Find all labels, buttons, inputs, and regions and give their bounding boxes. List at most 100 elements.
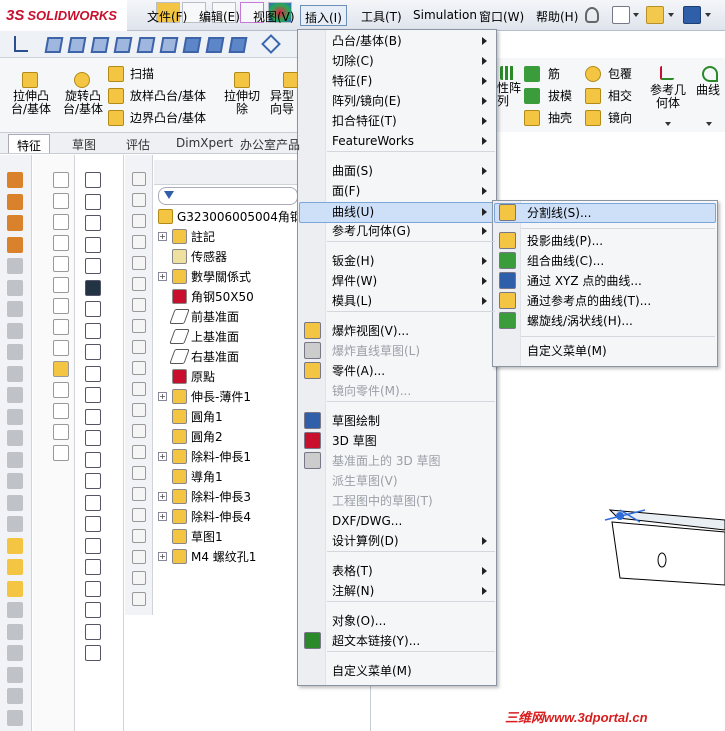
tree-item[interactable]: + 註記	[158, 226, 215, 246]
annotation-tool-icon[interactable]	[85, 537, 101, 554]
mirror-button[interactable]: 镜向	[608, 112, 632, 125]
draft-button[interactable]: 拔模	[548, 90, 572, 103]
menu-6[interactable]: 窗口(W)	[475, 5, 528, 26]
insert-menu-item[interactable]: 特征(F)	[332, 71, 372, 91]
save-icon[interactable]	[683, 6, 701, 24]
sketch-tool-icon[interactable]	[53, 361, 69, 377]
tree-item[interactable]: + 除料-伸長1	[158, 446, 251, 466]
annotation-tool-icon[interactable]	[85, 580, 101, 597]
insert-menu-item[interactable]: 爆炸视图(V)...	[332, 321, 409, 341]
tree-item[interactable]: 前基准面	[158, 306, 239, 326]
annotation-tool-icon[interactable]	[85, 236, 101, 253]
expand-plus-icon[interactable]: +	[158, 491, 167, 501]
reference-tool-icon[interactable]	[132, 256, 146, 270]
reference-tool-icon[interactable]	[132, 382, 146, 396]
curves-submenu-item[interactable]: 自定义菜单(M)	[527, 341, 607, 361]
annotation-tool-icon[interactable]	[85, 301, 101, 317]
reference-tool-icon[interactable]	[132, 424, 146, 438]
annotation-tool-icon[interactable]	[85, 387, 101, 403]
reference-geometry-button[interactable]: 参考几 何体	[648, 84, 688, 110]
insert-menu-item[interactable]: 扣合特征(T)	[332, 111, 397, 131]
left-tool-icon[interactable]	[7, 215, 23, 231]
pin-icon[interactable]	[585, 7, 599, 23]
left-tool-icon[interactable]	[7, 666, 23, 683]
reference-tool-icon[interactable]	[132, 298, 146, 312]
expand-plus-icon[interactable]: +	[158, 271, 167, 281]
reference-tool-icon[interactable]	[132, 172, 146, 186]
reference-tool-icon[interactable]	[132, 445, 146, 459]
intersect-button[interactable]: 相交	[608, 90, 632, 103]
left-tool-icon[interactable]	[7, 408, 23, 425]
sketch-tool-icon[interactable]	[53, 235, 69, 251]
left-tool-icon[interactable]	[7, 236, 23, 253]
annotation-tool-icon[interactable]	[85, 623, 101, 640]
annotation-tool-icon[interactable]	[85, 322, 101, 339]
reference-tool-icon[interactable]	[132, 592, 146, 606]
left-tool-icon[interactable]	[7, 516, 23, 532]
sketch-tool-icon[interactable]	[53, 298, 69, 314]
top-view-icon[interactable]	[136, 37, 156, 53]
left-tool-icon[interactable]	[7, 688, 23, 704]
tree-root[interactable]: G323006005004角钢4	[158, 206, 310, 226]
insert-menu-item[interactable]: 派生草图(V)	[332, 471, 398, 491]
insert-menu-item[interactable]: 曲线(U)	[332, 202, 374, 222]
tree-item[interactable]: + M4 螺纹孔1	[158, 546, 256, 566]
menu-1[interactable]: 编辑(E)	[195, 5, 244, 26]
sketch-tool-icon[interactable]	[53, 403, 69, 419]
bottom-view-icon[interactable]	[159, 37, 179, 53]
sketch-tool-icon[interactable]	[53, 382, 69, 398]
annotation-tool-icon[interactable]	[85, 279, 101, 296]
insert-menu-item[interactable]: 超文本链接(Y)...	[332, 631, 420, 651]
insert-menu-item[interactable]: 工程图中的草图(T)	[332, 491, 433, 511]
toolbar-dropdown-chevron-icon[interactable]	[633, 13, 639, 17]
sketch-tool-icon[interactable]	[53, 277, 69, 293]
tree-filter-input[interactable]	[158, 187, 298, 205]
left-view-icon[interactable]	[90, 37, 110, 53]
left-tool-icon[interactable]	[7, 559, 23, 575]
tree-item[interactable]: 上基准面	[158, 326, 239, 346]
tree-item[interactable]: + 除料-伸長3	[158, 486, 251, 506]
left-tool-icon[interactable]	[7, 494, 23, 511]
back-view-icon[interactable]	[67, 37, 87, 53]
left-tool-icon[interactable]	[7, 602, 23, 618]
annotation-tool-icon[interactable]	[85, 365, 101, 382]
tree-item[interactable]: + 除料-伸長4	[158, 506, 251, 526]
sweep-button[interactable]: 扫描	[130, 68, 154, 81]
expand-plus-icon[interactable]: +	[158, 511, 167, 521]
reference-tool-icon[interactable]	[132, 571, 146, 585]
left-tool-icon[interactable]	[7, 322, 23, 339]
insert-menu-item[interactable]: 自定义菜单(M)	[332, 661, 412, 681]
toolbar-dropdown-chevron-icon[interactable]	[668, 13, 674, 17]
shell-button[interactable]: 抽壳	[548, 112, 572, 125]
annotation-tool-icon[interactable]	[85, 645, 101, 661]
left-tool-icon[interactable]	[7, 365, 23, 382]
reference-tool-icon[interactable]	[132, 193, 146, 207]
annotation-tool-icon[interactable]	[85, 451, 101, 468]
left-tool-icon[interactable]	[7, 473, 23, 489]
tree-item[interactable]: 传感器	[158, 246, 227, 266]
boundary-boss-button[interactable]: 边界凸台/基体	[130, 112, 206, 125]
left-tool-icon[interactable]	[7, 645, 23, 661]
tree-item[interactable]: 圓角1	[158, 406, 223, 426]
left-tool-icon[interactable]	[7, 279, 23, 296]
insert-menu-item[interactable]: 设计算例(D)	[332, 531, 399, 551]
curves-button[interactable]: 曲线	[696, 84, 720, 97]
insert-menu-item[interactable]: 凸台/基体(B)	[332, 31, 402, 51]
left-tool-icon[interactable]	[7, 193, 23, 210]
tab-0[interactable]: 特征	[8, 134, 51, 153]
sketch-tool-icon[interactable]	[53, 319, 69, 335]
left-tool-icon[interactable]	[7, 344, 23, 360]
sketch-tool-icon[interactable]	[53, 193, 69, 209]
tree-item[interactable]: 右基准面	[158, 346, 239, 366]
expand-plus-icon[interactable]: +	[158, 391, 167, 401]
right-view-icon[interactable]	[113, 37, 133, 53]
sketch-tool-icon[interactable]	[53, 340, 69, 356]
annotation-tool-icon[interactable]	[85, 559, 101, 575]
reference-tool-icon[interactable]	[132, 340, 146, 354]
reference-tool-icon[interactable]	[132, 319, 146, 333]
left-tool-icon[interactable]	[7, 387, 23, 403]
annotation-tool-icon[interactable]	[85, 430, 101, 446]
insert-menu-item[interactable]: 注解(N)	[332, 581, 374, 601]
insert-menu-item[interactable]: 爆炸直线草图(L)	[332, 341, 420, 361]
left-tool-icon[interactable]	[7, 451, 23, 468]
